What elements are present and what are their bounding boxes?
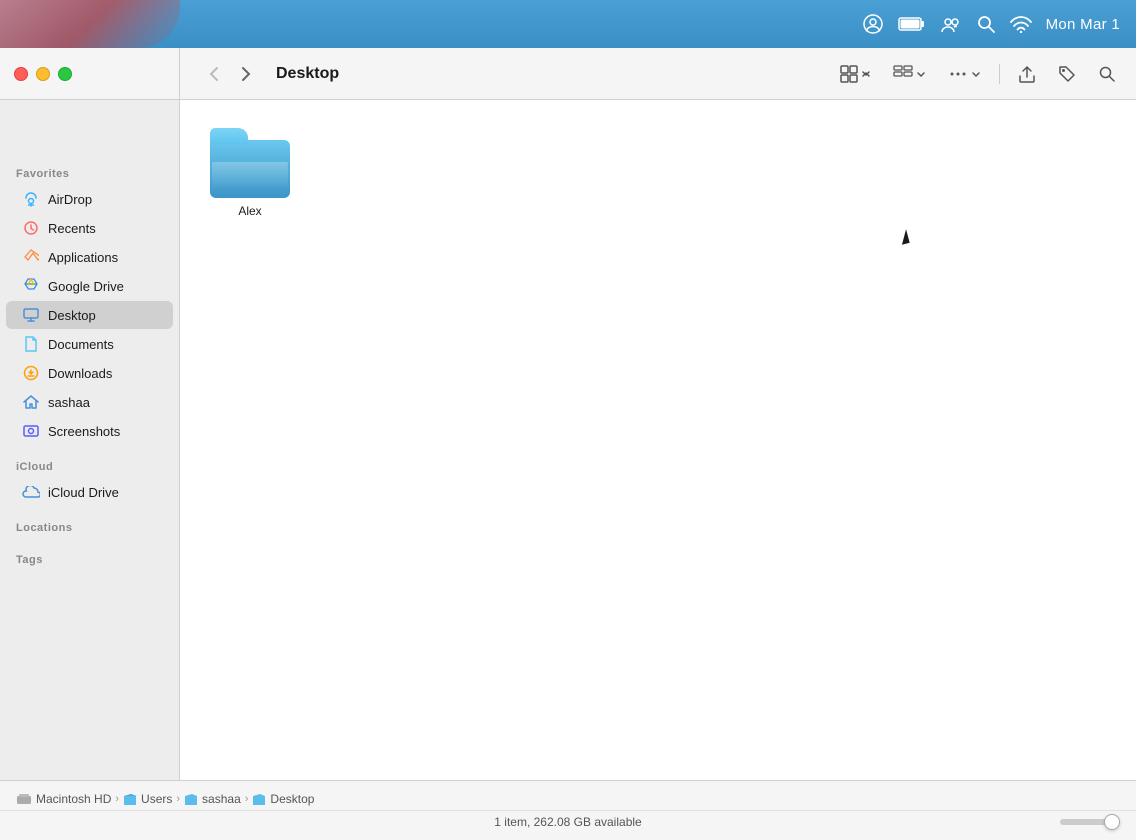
documents-label: Documents	[48, 337, 114, 352]
home-icon	[22, 393, 40, 411]
breadcrumb-item-hd[interactable]: Macintosh HD	[16, 792, 111, 806]
sidebar-item-applications[interactable]: Applications	[6, 243, 173, 271]
recents-icon	[22, 219, 40, 237]
menubar-time: Mon Mar 1	[1046, 16, 1120, 33]
file-grid: Alex	[200, 120, 1116, 226]
airdrop-icon	[22, 190, 40, 208]
gdrive-icon	[22, 277, 40, 295]
favorites-header: Favorites	[0, 160, 179, 184]
applications-icon	[22, 248, 40, 266]
toolbar-separator	[999, 64, 1000, 84]
home-label: sashaa	[48, 395, 90, 410]
battery-icon[interactable]	[898, 15, 926, 33]
finder-window: Desktop	[0, 48, 1136, 840]
status-text: 1 item, 262.08 GB available	[494, 815, 641, 829]
window-title: Desktop	[276, 65, 824, 83]
share-button[interactable]	[1010, 59, 1044, 89]
breadcrumb-item-users[interactable]: Users	[123, 792, 172, 806]
nav-buttons	[200, 60, 260, 88]
maximize-button[interactable]	[58, 67, 72, 81]
breadcrumb-sep-1: ›	[115, 793, 119, 805]
forward-button[interactable]	[232, 60, 260, 88]
minimize-button[interactable]	[36, 67, 50, 81]
desktop-icon	[22, 306, 40, 324]
applications-label: Applications	[48, 250, 118, 265]
breadcrumb-sep-2: ›	[176, 793, 180, 805]
file-area[interactable]: Alex	[180, 100, 1136, 780]
desktop-label: Desktop	[48, 308, 96, 323]
bottom-bar: Macintosh HD › Users › sashaa ›	[0, 780, 1136, 840]
wifi-icon[interactable]	[1010, 15, 1032, 33]
view-grid-button[interactable]	[832, 59, 879, 89]
traffic-lights	[0, 48, 180, 100]
search-button[interactable]	[1090, 59, 1124, 89]
icloud-drive-label: iCloud Drive	[48, 485, 119, 500]
documents-icon	[22, 335, 40, 353]
breadcrumb-item-sashaa[interactable]: sashaa	[184, 792, 241, 806]
downloads-icon	[22, 364, 40, 382]
sidebar-item-screenshots[interactable]: Screenshots	[6, 417, 173, 445]
file-name: Alex	[238, 204, 261, 218]
breadcrumb-users-label: Users	[141, 792, 172, 806]
sidebar-item-home[interactable]: sashaa	[6, 388, 173, 416]
back-button[interactable]	[200, 60, 228, 88]
breadcrumb-sashaa-label: sashaa	[202, 792, 241, 806]
zoom-slider-thumb[interactable]	[1104, 814, 1120, 830]
sidebar-item-downloads[interactable]: Downloads	[6, 359, 173, 387]
recents-label: Recents	[48, 221, 96, 236]
menubar-search-icon[interactable]	[976, 14, 996, 34]
file-item-alex[interactable]: Alex	[200, 120, 300, 226]
screenshots-label: Screenshots	[48, 424, 120, 439]
sidebar-item-icloud-drive[interactable]: iCloud Drive	[6, 478, 173, 506]
breadcrumb-bar: Macintosh HD › Users › sashaa ›	[0, 788, 1136, 811]
user-switch-icon[interactable]	[940, 13, 962, 35]
breadcrumb-desktop-label: Desktop	[270, 792, 314, 806]
sidebar-item-documents[interactable]: Documents	[6, 330, 173, 358]
tags-header: Tags	[0, 546, 179, 570]
sidebar-item-recents[interactable]: Recents	[6, 214, 173, 242]
toolbar-actions	[832, 59, 1124, 89]
menubar: Mon Mar 1	[0, 0, 1136, 48]
airdrop-label: AirDrop	[48, 192, 92, 207]
downloads-label: Downloads	[48, 366, 112, 381]
tag-button[interactable]	[1050, 59, 1084, 89]
close-button[interactable]	[14, 67, 28, 81]
icloud-header: iCloud	[0, 453, 179, 477]
sidebar-item-airdrop[interactable]: AirDrop	[6, 185, 173, 213]
locations-header: Locations	[0, 514, 179, 538]
gdrive-label: Google Drive	[48, 279, 124, 294]
sidebar-item-desktop[interactable]: Desktop	[6, 301, 173, 329]
breadcrumb-item-desktop[interactable]: Desktop	[252, 792, 314, 806]
icloud-icon	[22, 483, 40, 501]
breadcrumb-sep-3: ›	[245, 793, 249, 805]
menubar-decor	[0, 0, 180, 48]
sidebar-item-google-drive[interactable]: Google Drive	[6, 272, 173, 300]
sidebar: Favorites AirDrop	[0, 100, 180, 780]
more-button[interactable]	[940, 59, 989, 89]
breadcrumb-hd-label: Macintosh HD	[36, 792, 111, 806]
zoom-slider[interactable]	[1060, 819, 1120, 825]
folder-icon	[210, 128, 290, 198]
status-bar: 1 item, 262.08 GB available	[0, 811, 1136, 833]
screenshots-icon	[22, 422, 40, 440]
view-group-button[interactable]	[885, 59, 934, 89]
main-content: Favorites AirDrop	[0, 100, 1136, 780]
user-circle-icon[interactable]	[862, 13, 884, 35]
